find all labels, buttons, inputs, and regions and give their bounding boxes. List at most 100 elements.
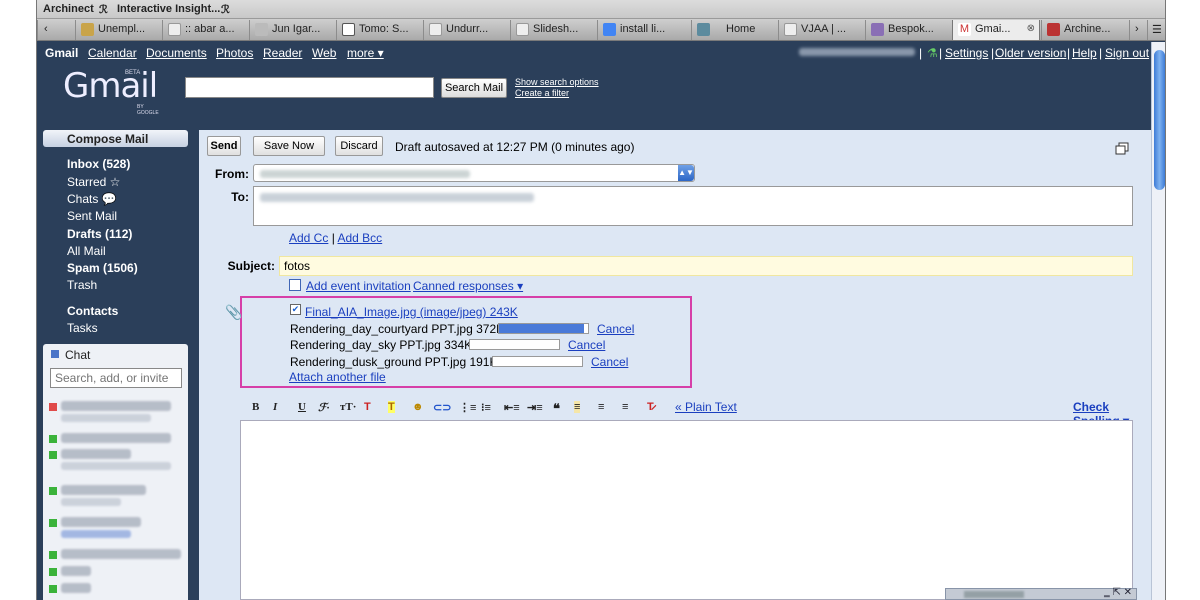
sidebar-item-starred[interactable]: Starred ☆ — [67, 175, 120, 189]
nav-web[interactable]: Web — [312, 46, 336, 60]
tab-install[interactable]: install li... — [597, 20, 690, 40]
tab-jun-igar[interactable]: Jun Igar... — [249, 20, 335, 40]
attach-another-file-link[interactable]: Attach another file — [289, 370, 386, 384]
compose-mail-button[interactable]: Compose Mail — [43, 130, 188, 147]
search-mail-button[interactable]: Search Mail — [441, 78, 507, 98]
link-icon[interactable]: ⊂⊃ — [433, 401, 451, 414]
tab-abar[interactable]: :: abar a... — [162, 20, 248, 40]
sidebar-item-drafts[interactable]: Drafts (112) — [67, 227, 132, 241]
emoticon-icon[interactable]: ☻ — [412, 401, 424, 413]
sidebar-item-tasks[interactable]: Tasks — [67, 321, 98, 335]
create-filter-link[interactable]: Create a filter — [515, 88, 599, 99]
contact-name-blurred — [61, 583, 91, 593]
nav-older-version[interactable]: Older version — [995, 46, 1066, 60]
sidebar-item-all-mail[interactable]: All Mail — [67, 244, 106, 258]
contact-name-blurred — [61, 485, 146, 495]
tab-home[interactable]: Home — [691, 20, 777, 40]
align-right-icon[interactable]: ≡ — [622, 401, 628, 413]
highlight-color-icon[interactable]: T — [388, 401, 395, 413]
vertical-scrollbar[interactable] — [1151, 42, 1165, 600]
sidebar-item-chats[interactable]: Chats 💬 — [67, 192, 117, 206]
sidebar-item-sent-mail[interactable]: Sent Mail — [67, 209, 117, 223]
add-event-invitation-link[interactable]: Add event invitation — [306, 279, 411, 293]
tab-slidesh[interactable]: Slidesh... — [510, 20, 596, 40]
indent-less-icon[interactable]: ⇤≡ — [504, 401, 520, 414]
attachment-link[interactable]: Final_AIA_Image.jpg (image/jpeg) 243K — [305, 305, 518, 319]
chat-contact[interactable] — [49, 582, 184, 600]
save-now-button[interactable]: Save Now — [253, 136, 325, 156]
scrollbar-thumb[interactable] — [1154, 50, 1165, 190]
show-search-options-link[interactable]: Show search options — [515, 77, 599, 88]
plain-text-link[interactable]: « Plain Text — [675, 400, 737, 414]
sidebar-item-spam[interactable]: Spam (1506) — [67, 261, 138, 275]
from-select[interactable]: ▲▼ — [253, 164, 695, 182]
chat-title[interactable]: Chat — [51, 348, 90, 362]
numbered-list-icon[interactable]: ⋮≡ — [459, 401, 476, 414]
underline-icon[interactable]: U — [298, 401, 306, 413]
bookmark-archinect[interactable]: Archinect — [43, 3, 94, 15]
send-button[interactable]: Send — [207, 136, 241, 156]
quote-icon[interactable]: ❝ — [553, 401, 560, 417]
nav-more[interactable]: more ▾ — [347, 46, 384, 60]
search-input[interactable] — [185, 77, 434, 98]
attachment-checkbox[interactable]: ✔ — [290, 304, 301, 315]
sidebar-item-contacts[interactable]: Contacts — [67, 304, 118, 318]
font-size-icon[interactable]: тT· — [340, 401, 356, 413]
tab-undurr[interactable]: Undurr... — [423, 20, 509, 40]
cancel-upload-link[interactable]: Cancel — [597, 322, 634, 336]
chat-search-input[interactable] — [50, 368, 182, 388]
discard-button[interactable]: Discard — [335, 136, 383, 156]
gmail-logo[interactable]: Gmail BETA BY GOOGLE — [63, 66, 159, 116]
pop-out-icon[interactable] — [1115, 142, 1129, 155]
nav-documents[interactable]: Documents — [146, 46, 207, 60]
font-icon[interactable]: ℱ· — [318, 401, 329, 414]
nav-separator: | — [1067, 46, 1071, 60]
labs-flask-icon[interactable]: ⚗ — [927, 46, 938, 60]
tab-tomo[interactable]: Tomo: S... — [336, 20, 422, 40]
tab-gmail[interactable]: M Gmai... ⊗ — [952, 20, 1040, 40]
chat-contact[interactable] — [49, 516, 184, 542]
close-tab-icon[interactable]: ⊗ — [1027, 23, 1035, 34]
nav-reader[interactable]: Reader — [263, 46, 302, 60]
add-cc-link[interactable]: Add Cc — [289, 231, 328, 245]
chat-contact[interactable] — [49, 484, 184, 510]
align-center-icon[interactable]: ≡ — [598, 401, 604, 413]
cancel-upload-link[interactable]: Cancel — [568, 338, 605, 352]
bookmark-interactive-insight[interactable]: Interactive Insight... — [117, 3, 220, 15]
tab-scroll-left-button[interactable]: ‹ — [37, 20, 59, 40]
window-controls-icon[interactable]: ‗ ⇱ ✕ — [1104, 587, 1132, 598]
page-favicon-icon — [697, 23, 710, 36]
bulleted-list-icon[interactable]: ⁝≡ — [481, 401, 491, 414]
nav-help[interactable]: Help — [1072, 46, 1097, 60]
contact-name-blurred — [61, 449, 131, 459]
collapse-icon[interactable] — [51, 350, 59, 358]
minimized-chat-window[interactable]: ‗ ⇱ ✕ — [945, 587, 1137, 600]
message-body-editor[interactable] — [240, 420, 1133, 600]
nav-calendar[interactable]: Calendar — [88, 46, 137, 60]
tab-unempl[interactable]: Unempl... — [75, 20, 161, 40]
text-color-icon[interactable]: T — [364, 401, 371, 413]
tab-vjaa[interactable]: VJAA | ... — [778, 20, 864, 40]
cancel-upload-link[interactable]: Cancel — [591, 355, 628, 369]
align-left-icon[interactable]: ≡ — [574, 401, 581, 413]
subject-input[interactable] — [279, 256, 1133, 276]
nav-settings[interactable]: Settings — [945, 46, 988, 60]
chat-contact[interactable] — [49, 400, 184, 426]
contact-name-blurred — [61, 517, 141, 527]
canned-responses-menu[interactable]: Canned responses ▾ — [413, 279, 523, 293]
chat-contact[interactable] — [49, 448, 184, 474]
tab-scroll-right-button[interactable]: › — [1129, 20, 1147, 40]
remove-formatting-icon[interactable]: T̷ — [647, 401, 654, 413]
tab-archine[interactable]: Archine... — [1041, 20, 1127, 40]
to-field[interactable] — [253, 186, 1133, 226]
italic-icon[interactable]: I — [273, 401, 277, 413]
add-bcc-link[interactable]: Add Bcc — [337, 231, 382, 245]
tab-bespok[interactable]: Bespok... — [865, 20, 951, 40]
sidebar-item-trash[interactable]: Trash — [67, 278, 97, 292]
bold-icon[interactable]: B — [252, 401, 259, 413]
nav-sign-out[interactable]: Sign out — [1105, 46, 1149, 60]
sidebar-item-inbox[interactable]: Inbox (528) — [67, 157, 130, 171]
indent-more-icon[interactable]: ⇥≡ — [527, 401, 543, 414]
nav-photos[interactable]: Photos — [216, 46, 253, 60]
tab-list-icon[interactable]: ☰ — [1147, 20, 1165, 40]
